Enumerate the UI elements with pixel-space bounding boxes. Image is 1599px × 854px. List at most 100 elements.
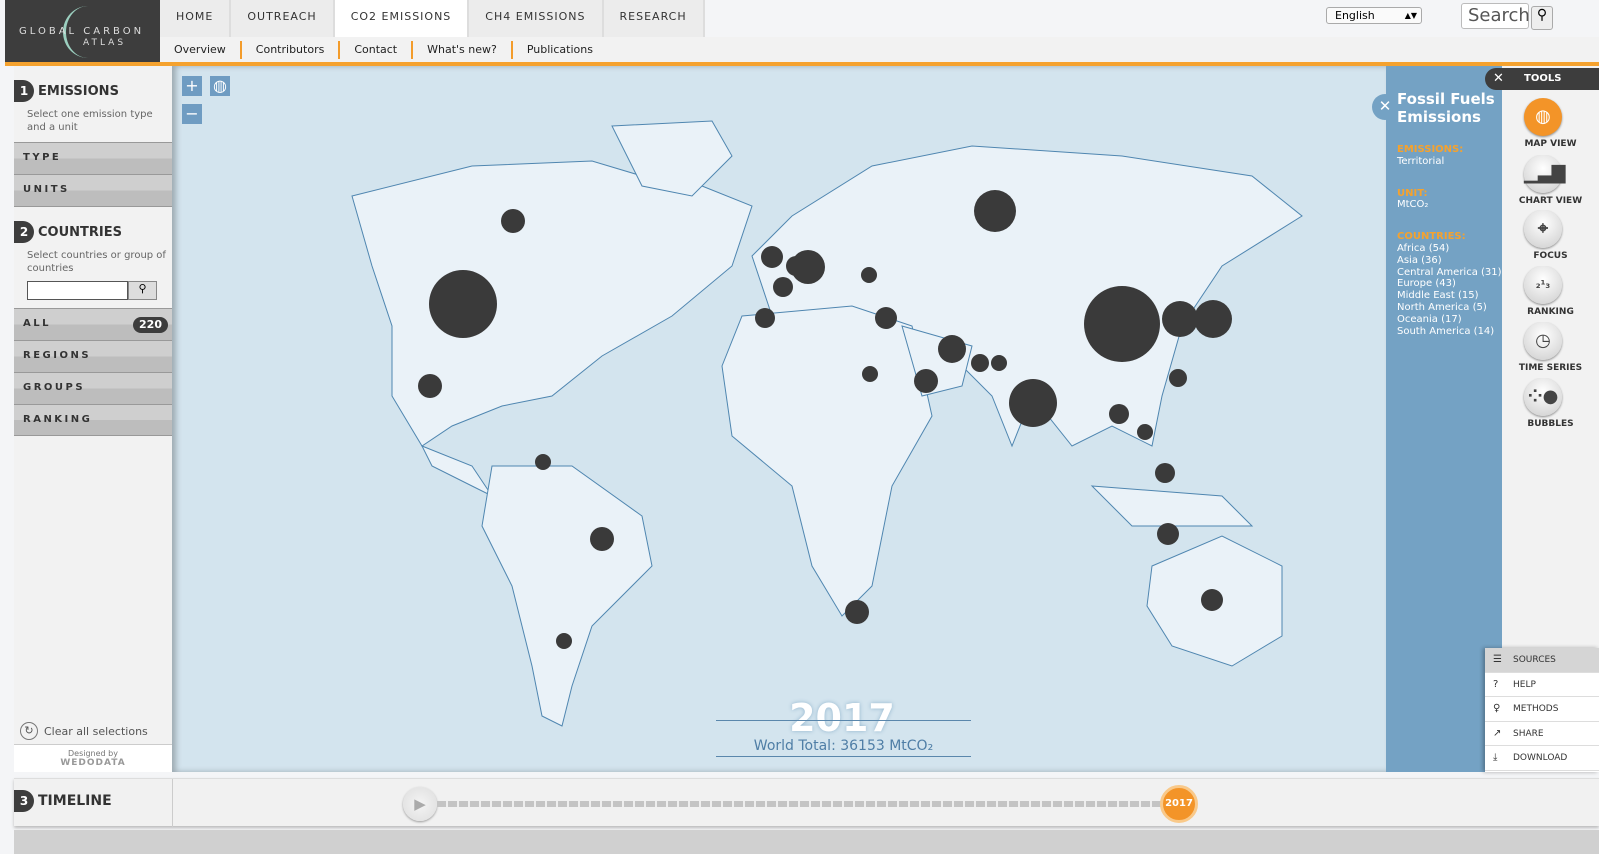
emission-bubble[interactable]	[786, 256, 806, 276]
emission-bubble[interactable]	[938, 335, 966, 363]
emission-bubble[interactable]	[1009, 379, 1057, 427]
emission-bubble[interactable]	[974, 190, 1016, 232]
type-menu[interactable]: TYPE	[14, 142, 172, 174]
podium-icon: ₂¹₃	[1524, 266, 1562, 304]
emission-bubble[interactable]	[991, 355, 1007, 371]
play-button[interactable]: ▶	[403, 787, 437, 821]
timeline: 3 TIMELINE ▶ 2017	[14, 778, 1599, 827]
menu-share[interactable]: ↗ SHARE	[1485, 722, 1599, 746]
country-group: Africa (54)	[1397, 242, 1450, 254]
menu-download[interactable]: ⤓ DOWNLOAD	[1485, 746, 1599, 771]
share-icon: ↗	[1493, 727, 1502, 739]
close-icon: ✕	[1378, 97, 1392, 115]
emission-bubble[interactable]	[1109, 404, 1129, 424]
info-title: Fossil Fuels Emissions	[1397, 90, 1495, 126]
country-group: Europe (43)	[1397, 278, 1456, 290]
emission-bubble[interactable]	[1155, 463, 1175, 483]
search-button[interactable]: ⚲	[1531, 6, 1553, 30]
central-america	[420, 445, 494, 498]
emission-bubble[interactable]	[1137, 424, 1153, 440]
emission-bubble[interactable]	[845, 600, 869, 624]
groups-menu[interactable]: GROUPS	[14, 372, 172, 404]
timeline-track[interactable]	[437, 801, 1167, 807]
nav-co2-emissions[interactable]: CO2 EMISSIONS	[334, 0, 470, 37]
tool-map-view[interactable]: ◍ MAP VIEW	[1502, 98, 1599, 149]
emission-bubble[interactable]	[861, 267, 877, 283]
emission-bubble[interactable]	[755, 308, 775, 328]
emission-bubble[interactable]	[556, 633, 572, 649]
tool-focus[interactable]: ⌖ FOCUS	[1502, 210, 1599, 261]
document-icon: ☰	[1493, 654, 1502, 665]
subnav-overview[interactable]: Overview	[160, 41, 242, 59]
nav-ch4-emissions[interactable]: CH4 EMISSIONS	[469, 0, 604, 37]
emission-bubble[interactable]	[418, 374, 442, 398]
emission-bubble[interactable]	[862, 366, 878, 382]
play-icon: ▶	[414, 795, 426, 813]
country-group: Asia (36)	[1397, 254, 1442, 266]
subnav-whats-new[interactable]: What's new?	[413, 41, 513, 59]
country-group: Oceania (17)	[1397, 313, 1462, 325]
emission-bubble[interactable]	[429, 270, 497, 338]
regions-menu[interactable]: REGIONS	[14, 340, 172, 372]
tool-ranking[interactable]: ₂¹₃ RANKING	[1502, 266, 1599, 317]
subnav-publications[interactable]: Publications	[513, 41, 607, 59]
search-input[interactable]: Search	[1461, 3, 1530, 29]
chevron-updown-icon: ▲▼	[1404, 11, 1417, 20]
emission-bubble[interactable]	[590, 527, 614, 551]
help-icon: ?	[1493, 678, 1499, 690]
ranking-menu[interactable]: RANKING	[14, 404, 172, 436]
tools-header[interactable]: ✕ TOOLS	[1485, 68, 1599, 90]
country-search-button[interactable]: ⚲	[128, 281, 157, 300]
units-menu[interactable]: UNITS	[14, 174, 172, 206]
nav-home[interactable]: HOME	[160, 0, 232, 37]
emission-bubble[interactable]	[1169, 369, 1187, 387]
country-group: Middle East (15)	[1397, 290, 1479, 302]
menu-methods[interactable]: ♀ METHODS	[1485, 697, 1599, 722]
subnav-contact[interactable]: Contact	[340, 41, 414, 59]
all-countries[interactable]: ALL 220	[14, 308, 172, 340]
tool-chart-view[interactable]: ▁▃▇ CHART VIEW	[1502, 155, 1599, 206]
emission-bubble[interactable]	[875, 307, 897, 329]
globe-icon: ◍	[1524, 98, 1562, 136]
country-search-input[interactable]	[27, 281, 128, 300]
world-total: World Total: 36153 MtCO₂	[716, 738, 971, 757]
globe-button[interactable]: ◍	[210, 76, 230, 96]
left-panel: 1 EMISSIONS Select one emission type and …	[14, 66, 172, 772]
clear-selections-button[interactable]: ↻ Clear all selections	[20, 722, 148, 740]
map-canvas	[351, 120, 1303, 727]
logo[interactable]: GLOBAL CARBON ATLAS	[5, 0, 160, 62]
emission-bubble[interactable]	[761, 246, 783, 268]
divider	[716, 720, 971, 721]
emission-bubble[interactable]	[1084, 286, 1160, 362]
sub-nav: Overview Contributors Contact What's new…	[160, 37, 1599, 62]
refresh-icon: ↻	[20, 722, 38, 740]
emission-bubble[interactable]	[501, 209, 525, 233]
tool-bubbles[interactable]: ⁘● BUBBLES	[1502, 378, 1599, 429]
menu-sources[interactable]: ☰ SOURCES	[1485, 648, 1599, 673]
emissions-heading: EMISSIONS	[38, 83, 119, 99]
language-select[interactable]: English ▲▼	[1326, 7, 1422, 24]
side-menu: ☰ SOURCES ? HELP ♀ METHODS ↗ SHARE ⤓ DOWNLOAD	[1485, 648, 1599, 772]
close-info-button[interactable]: ✕	[1372, 94, 1398, 120]
menu-help[interactable]: ? HELP	[1485, 673, 1599, 697]
zoom-out-button[interactable]: −	[182, 104, 202, 124]
download-icon: ⤓	[1493, 752, 1498, 763]
emission-bubble[interactable]	[1194, 300, 1232, 338]
world-map[interactable]: + ◍ − 2017 World Total: 36153 MtCO₂	[172, 66, 1386, 772]
globe-icon: ◍	[213, 76, 227, 95]
emission-bubble[interactable]	[917, 380, 929, 392]
emission-bubble[interactable]	[1201, 589, 1223, 611]
emission-bubble[interactable]	[535, 454, 551, 470]
zoom-in-button[interactable]: +	[182, 76, 202, 96]
emission-bubble[interactable]	[773, 277, 793, 297]
north-america	[351, 160, 753, 447]
nav-research[interactable]: RESEARCH	[604, 0, 705, 37]
timeline-year-handle[interactable]: 2017	[1160, 785, 1198, 823]
emission-bubble[interactable]	[1157, 523, 1179, 545]
emission-bubble[interactable]	[971, 354, 989, 372]
nav-outreach[interactable]: OUTREACH	[231, 0, 335, 37]
tool-time-series[interactable]: ◷ TIME SERIES	[1502, 322, 1599, 373]
count-badge: 220	[133, 317, 168, 333]
subnav-contributors[interactable]: Contributors	[242, 41, 341, 59]
emission-bubble[interactable]	[1162, 301, 1198, 337]
